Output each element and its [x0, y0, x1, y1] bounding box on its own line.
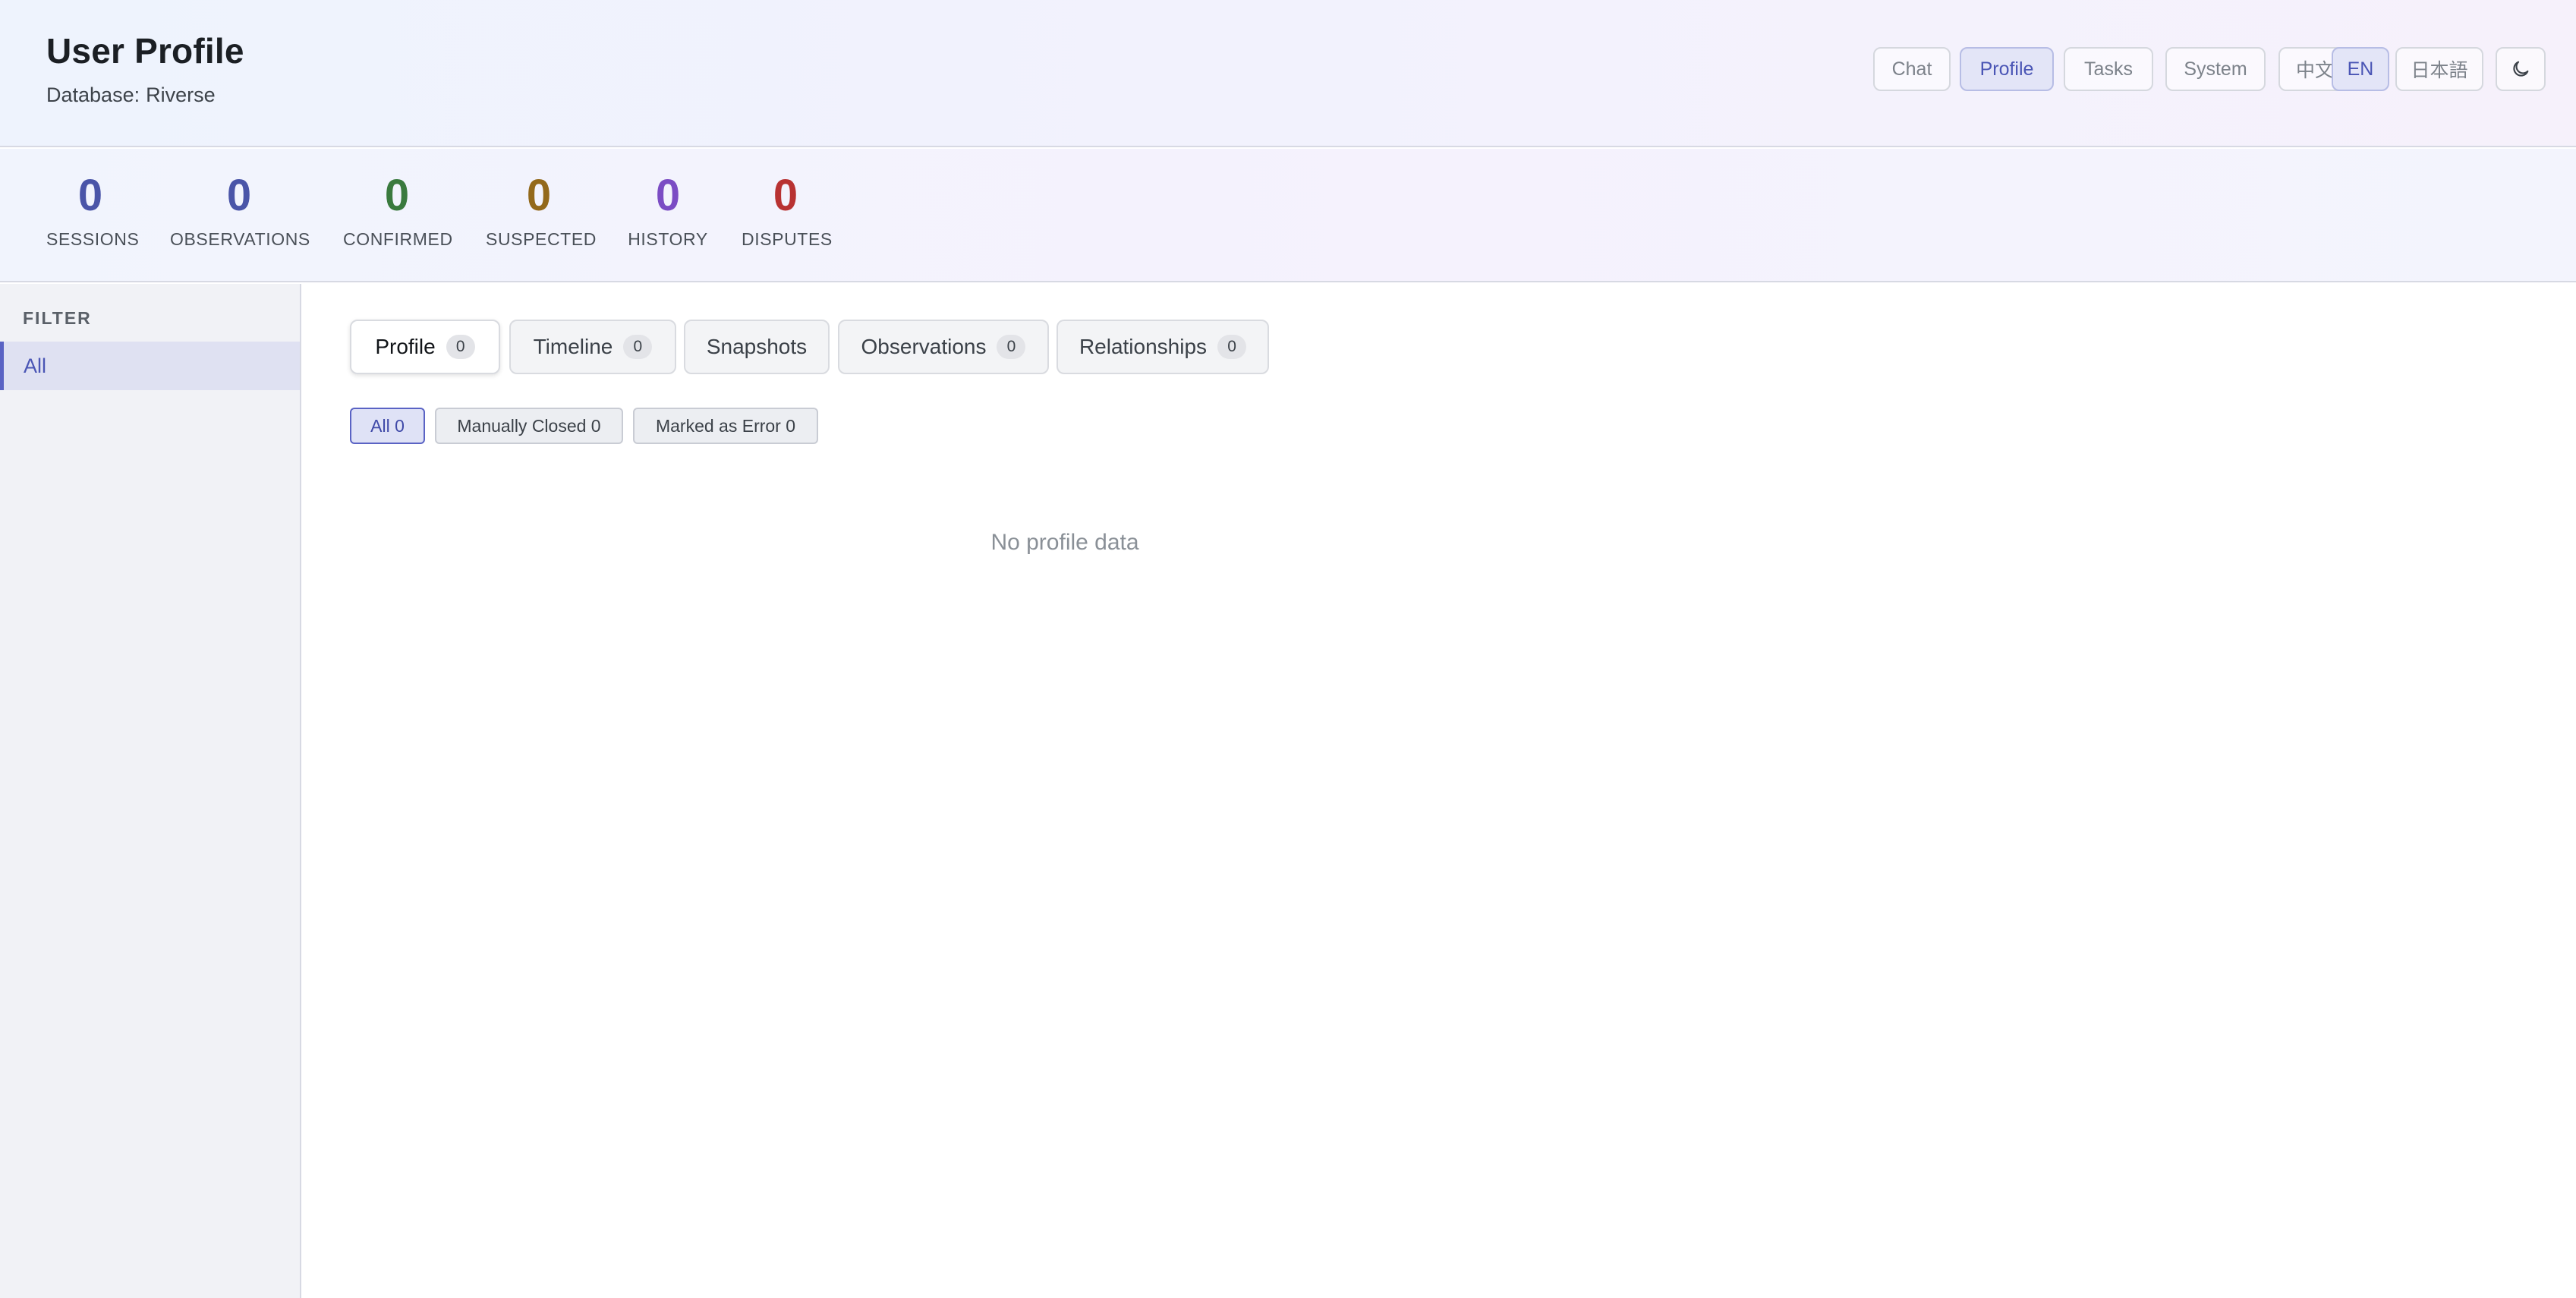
- stat-value: 0: [526, 171, 552, 220]
- tab-count: 0: [623, 335, 653, 359]
- database-info: Database: Riverse: [46, 83, 216, 107]
- lang-en-button[interactable]: EN: [2332, 47, 2389, 91]
- stat-label: DISPUTES: [742, 229, 833, 249]
- stat-value: 0: [655, 171, 681, 220]
- nav-chat-button[interactable]: Chat: [1873, 47, 1951, 91]
- tab-label: Profile: [375, 335, 436, 358]
- filter-title: FILTER: [23, 308, 92, 328]
- stats-bar: 0 SESSIONS 0 OBSERVATIONS 0 CONFIRMED 0 …: [0, 149, 2576, 282]
- filter-sidebar: FILTER All: [0, 284, 301, 1298]
- moon-icon: [2513, 61, 2529, 77]
- nav-tasks-button[interactable]: Tasks: [2064, 47, 2153, 91]
- tab-timeline[interactable]: Timeline 0: [509, 320, 676, 374]
- database-label: Database:: [46, 83, 140, 106]
- stat-label: CONFIRMED: [343, 229, 453, 249]
- status-chip-manually-closed[interactable]: Manually Closed 0: [435, 408, 623, 444]
- status-chip-marked-error[interactable]: Marked as Error 0: [633, 408, 818, 444]
- stat-history: 0 HISTORY: [628, 172, 708, 250]
- empty-state-message: No profile data: [990, 530, 1139, 555]
- stat-suspected: 0 SUSPECTED: [486, 171, 597, 250]
- tab-label: Observations: [861, 335, 987, 358]
- stat-label: HISTORY: [628, 229, 708, 249]
- tab-count: 0: [446, 335, 475, 359]
- stat-label: SESSIONS: [46, 229, 140, 249]
- filter-item-all[interactable]: All: [0, 342, 300, 390]
- tab-label: Snapshots: [706, 335, 808, 358]
- status-chip-all[interactable]: All 0: [350, 408, 425, 444]
- main-content: Profile 0 Timeline 0 Snapshots Observation…: [303, 284, 2576, 1298]
- tab-relationships[interactable]: Relationships 0: [1057, 320, 1269, 374]
- stat-disputes: 0 DISPUTES: [742, 171, 833, 250]
- theme-toggle-button[interactable]: [2496, 47, 2546, 91]
- stat-observations: 0 OBSERVATIONS: [170, 171, 310, 250]
- stat-label: SUSPECTED: [486, 229, 597, 249]
- stat-value: 0: [384, 171, 410, 220]
- tab-count: 0: [1217, 335, 1247, 359]
- page-header: User Profile Database: Riverse Chat Profi…: [0, 0, 2576, 147]
- nav-system-button[interactable]: System: [2165, 47, 2266, 91]
- stat-label: OBSERVATIONS: [170, 229, 310, 249]
- stat-confirmed: 0 CONFIRMED: [343, 171, 453, 250]
- tab-snapshots[interactable]: Snapshots: [684, 320, 830, 374]
- tab-observations[interactable]: Observations 0: [838, 320, 1049, 374]
- database-name: Riverse: [146, 83, 216, 106]
- tab-label: Timeline: [533, 335, 613, 358]
- lang-ja-button[interactable]: 日本語: [2395, 47, 2483, 91]
- tab-label: Relationships: [1079, 335, 1208, 358]
- page-title: User Profile: [46, 31, 244, 71]
- stat-value: 0: [77, 171, 103, 220]
- tab-count: 0: [997, 335, 1026, 359]
- stat-value: 0: [773, 171, 798, 220]
- nav-profile-button[interactable]: Profile: [1960, 47, 2054, 91]
- stat-sessions: 0 SESSIONS: [46, 171, 140, 250]
- stat-value: 0: [226, 171, 252, 220]
- tab-profile[interactable]: Profile 0: [350, 320, 500, 374]
